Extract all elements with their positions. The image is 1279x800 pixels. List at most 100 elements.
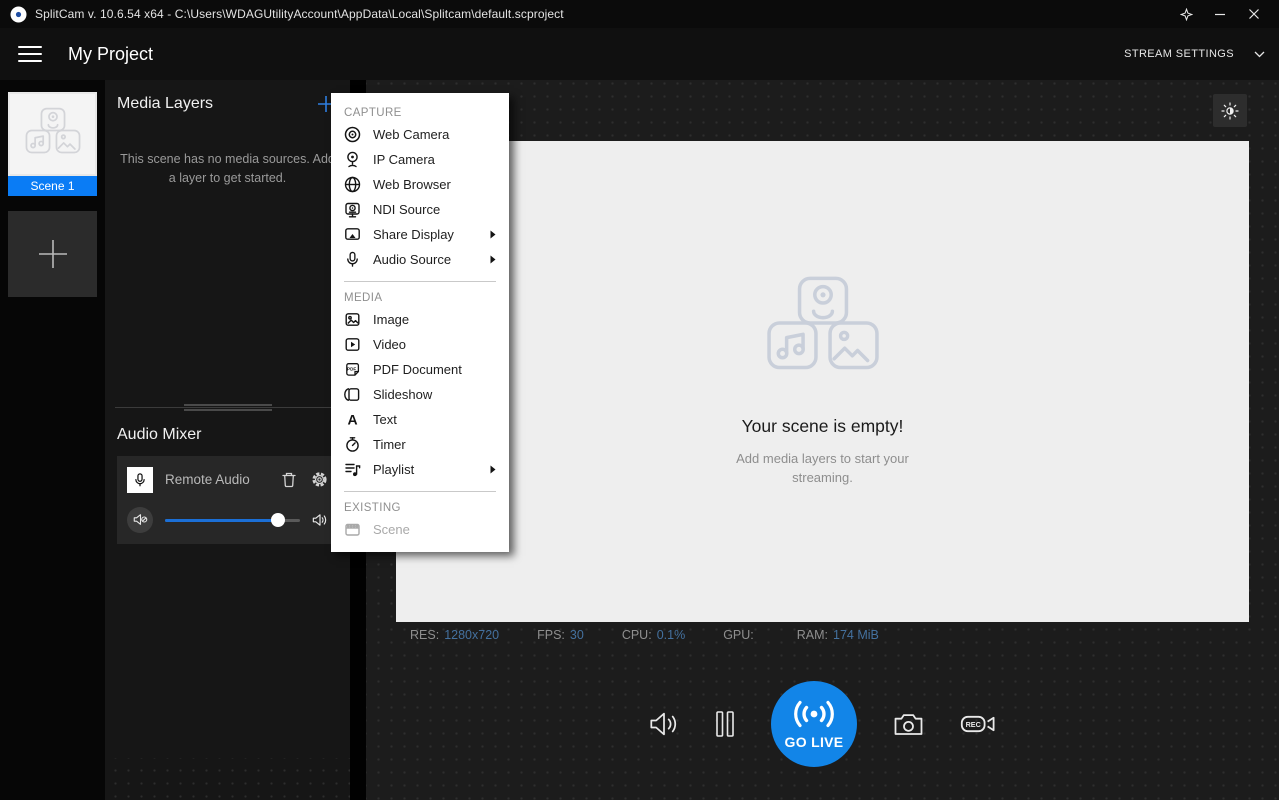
close-button[interactable]	[1237, 0, 1271, 28]
menu-item-text[interactable]: A Text	[331, 407, 509, 432]
record-button[interactable]: REC	[960, 712, 996, 736]
media-layers-panel: Media Layers This scene has no media sou…	[105, 80, 350, 800]
stream-settings-button[interactable]: STREAM SETTINGS	[1124, 48, 1265, 60]
microphone-icon	[133, 472, 147, 488]
add-scene-button[interactable]	[8, 211, 97, 297]
submenu-arrow-icon	[490, 255, 496, 264]
scenes-sidebar: Scene 1	[0, 80, 105, 800]
stream-settings-label: STREAM SETTINGS	[1124, 48, 1234, 60]
empty-scene-title: Your scene is empty!	[742, 416, 904, 437]
menu-section-capture: CAPTURE	[331, 99, 509, 122]
pause-icon	[715, 710, 735, 738]
status-gpu: GPU:	[723, 628, 759, 642]
menu-item-ip-camera[interactable]: IP Camera	[331, 147, 509, 172]
brightness-icon	[1221, 102, 1239, 120]
menu-item-scene[interactable]: Scene	[331, 517, 509, 542]
menu-item-playlist[interactable]: Playlist	[331, 457, 509, 482]
audio-source-name: Remote Audio	[165, 472, 267, 487]
audio-source-type-badge	[127, 467, 153, 493]
volume-knob[interactable]	[271, 513, 285, 527]
audio-source-icon	[344, 251, 361, 268]
add-layer-menu: CAPTURE Web Camera IP Camera	[331, 93, 509, 552]
ndi-source-icon	[344, 201, 361, 218]
volume-slider[interactable]	[165, 513, 300, 527]
audio-mixer-title: Audio Mixer	[105, 412, 350, 456]
plus-icon	[34, 235, 72, 273]
scene-preview[interactable]: Your scene is empty! Add media layers to…	[396, 141, 1249, 622]
menu-item-web-browser[interactable]: Web Browser	[331, 172, 509, 197]
slideshow-icon	[344, 386, 361, 403]
speaker-loud-icon	[649, 711, 679, 737]
media-layers-title: Media Layers	[117, 95, 213, 113]
text-icon-glyph: A	[347, 411, 357, 427]
rec-icon-text: REC	[966, 720, 981, 729]
pdf-document-icon: PDF	[344, 361, 361, 378]
trash-icon	[281, 471, 297, 488]
menu-item-video[interactable]: Video	[331, 332, 509, 357]
broadcast-icon	[791, 699, 837, 729]
splitcam-logo-icon	[10, 6, 27, 23]
menu-item-audio-source[interactable]: Audio Source	[331, 247, 509, 272]
submenu-arrow-icon	[490, 230, 496, 239]
scene-placeholder-icon	[23, 107, 83, 161]
status-cpu: CPU:0.1%	[622, 628, 685, 642]
scene-tile-1[interactable]: Scene 1	[8, 92, 97, 196]
titlebar: SplitCam v. 10.6.54 x64 - C:\Users\WDAGU…	[0, 0, 1279, 28]
panel-splitter-handle[interactable]	[105, 403, 350, 412]
close-icon	[1248, 8, 1260, 20]
main-menu-button[interactable]	[18, 46, 42, 62]
scene-icon	[344, 521, 361, 538]
layers-empty-message: This scene has no media sources. Add a l…	[105, 150, 350, 189]
menu-item-web-camera[interactable]: Web Camera	[331, 122, 509, 147]
go-live-button[interactable]: GO LIVE	[771, 681, 857, 767]
delete-audio-source-button[interactable]	[281, 471, 297, 488]
chevron-down-icon	[1254, 51, 1265, 58]
image-icon	[344, 311, 361, 328]
ip-camera-icon	[344, 151, 361, 168]
menu-item-image[interactable]: Image	[331, 307, 509, 332]
menu-item-ndi-source[interactable]: NDI Source	[331, 197, 509, 222]
scene-thumbnail	[8, 92, 97, 176]
audio-source-settings-button[interactable]	[311, 471, 328, 488]
gear-icon	[311, 471, 328, 488]
scene-label: Scene 1	[8, 176, 97, 196]
minimize-icon	[1214, 8, 1226, 20]
empty-scene-icon	[762, 276, 884, 384]
video-icon	[344, 336, 361, 353]
master-volume-button[interactable]	[649, 711, 679, 737]
go-live-label: GO LIVE	[785, 734, 844, 750]
status-fps: FPS:30	[537, 628, 584, 642]
snapshot-button[interactable]	[893, 711, 924, 737]
panel-texture	[105, 758, 350, 800]
speaker-muted-icon	[133, 513, 148, 526]
menu-item-share-display[interactable]: Share Display	[331, 222, 509, 247]
menu-divider	[344, 281, 496, 282]
minimize-button[interactable]	[1203, 0, 1237, 28]
pin-on-top-button[interactable]	[1169, 0, 1203, 28]
max-volume-button[interactable]	[312, 513, 328, 527]
submenu-arrow-icon	[490, 465, 496, 474]
sparkle-icon	[1180, 8, 1193, 21]
menu-divider	[344, 491, 496, 492]
speaker-icon	[312, 513, 328, 527]
share-display-icon	[344, 226, 361, 243]
status-bar: RES:1280x720 FPS:30 CPU:0.1% GPU: RAM:17…	[366, 622, 1279, 648]
audio-source-card: Remote Audio	[117, 456, 338, 544]
pause-button[interactable]	[715, 710, 735, 738]
brightness-button[interactable]	[1213, 94, 1247, 127]
status-resolution: RES:1280x720	[410, 628, 499, 642]
menu-item-timer[interactable]: Timer	[331, 432, 509, 457]
window-title: SplitCam v. 10.6.54 x64 - C:\Users\WDAGU…	[35, 7, 564, 21]
web-camera-icon	[344, 126, 361, 143]
mute-toggle-button[interactable]	[127, 507, 153, 533]
playlist-icon	[344, 461, 361, 478]
menu-section-existing: EXISTING	[331, 494, 509, 517]
menu-item-pdf-document[interactable]: PDF PDF Document	[331, 357, 509, 382]
timer-icon	[344, 436, 361, 453]
text-icon: A	[344, 411, 361, 428]
menu-item-slideshow[interactable]: Slideshow	[331, 382, 509, 407]
app-header: My Project STREAM SETTINGS	[0, 28, 1279, 80]
page-title: My Project	[68, 44, 153, 65]
globe-icon	[344, 176, 361, 193]
volume-fill	[165, 519, 278, 522]
